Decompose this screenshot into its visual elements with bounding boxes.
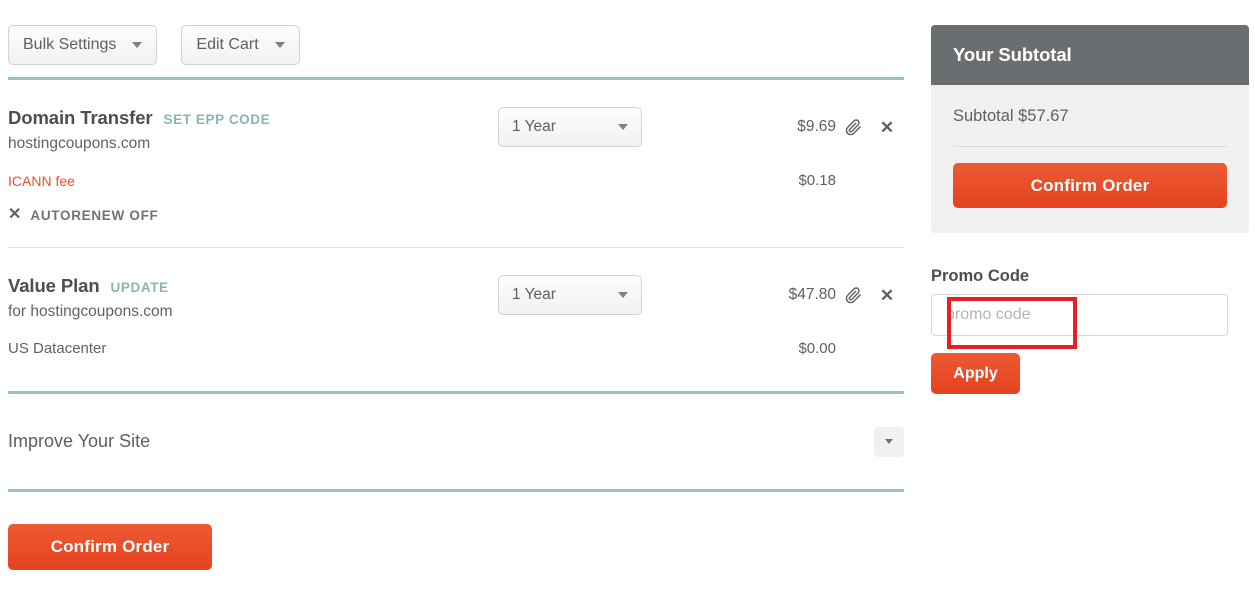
- autorenew-status[interactable]: ✕ AUTORENEW OFF: [8, 207, 904, 247]
- divider-teal-bottom: [8, 489, 904, 492]
- autorenew-label: AUTORENEW OFF: [30, 208, 158, 223]
- promo-code-input[interactable]: [931, 294, 1228, 336]
- promo-code-title: Promo Code: [931, 267, 1249, 286]
- subtotal-card-body: Subtotal $57.67 Confirm Order: [931, 85, 1249, 233]
- remove-item-icon[interactable]: ✕: [870, 283, 904, 307]
- cart-item-fee-row: ICANN fee $0.18: [8, 172, 904, 189]
- bulk-settings-label: Bulk Settings: [23, 36, 116, 54]
- cart-item-title-line: Value Plan UPDATE: [8, 275, 498, 297]
- subtotal-title: Your Subtotal: [953, 44, 1072, 66]
- apply-promo-button[interactable]: Apply: [931, 353, 1020, 394]
- icann-fee-price: $0.18: [798, 172, 904, 189]
- cart-page: Bulk Settings Edit Cart Domain Transfer …: [0, 0, 1255, 601]
- cart-column: Bulk Settings Edit Cart Domain Transfer …: [8, 0, 904, 570]
- paperclip-icon[interactable]: [836, 283, 870, 307]
- paperclip-icon[interactable]: [836, 115, 870, 139]
- cart-item-value-plan: Value Plan UPDATE for hostingcoupons.com…: [8, 248, 904, 391]
- cart-item-main-row: Domain Transfer SET EPP CODE hostingcoup…: [8, 80, 904, 153]
- cart-item-info: Value Plan UPDATE for hostingcoupons.com: [8, 275, 498, 321]
- term-select-domain-transfer[interactable]: 1 Year: [498, 107, 642, 147]
- item-spacer: [8, 357, 904, 391]
- cart-item-subtitle: hostingcoupons.com: [8, 135, 498, 153]
- update-plan-link[interactable]: UPDATE: [111, 280, 169, 295]
- edit-cart-label: Edit Cart: [196, 36, 258, 54]
- chevron-down-icon: [885, 439, 893, 444]
- cart-item-title: Value Plan: [8, 275, 100, 297]
- subtotal-amount: Subtotal $57.67: [953, 107, 1227, 126]
- close-icon: ✕: [8, 207, 21, 223]
- set-epp-code-link[interactable]: SET EPP CODE: [164, 112, 271, 127]
- subtotal-card: Your Subtotal Subtotal $57.67 Confirm Or…: [931, 25, 1249, 233]
- term-select-value-plan[interactable]: 1 Year: [498, 275, 642, 315]
- cart-item-price: $9.69: [758, 118, 836, 136]
- cart-item-price-group: $9.69 ✕: [758, 107, 904, 139]
- cart-item-info: Domain Transfer SET EPP CODE hostingcoup…: [8, 107, 498, 153]
- cart-item-fee-row: US Datacenter $0.00: [8, 340, 904, 357]
- bulk-settings-dropdown[interactable]: Bulk Settings: [8, 25, 157, 65]
- close-icon: ✕: [880, 287, 894, 304]
- sidebar-column: Your Subtotal Subtotal $57.67 Confirm Or…: [931, 25, 1249, 394]
- chevron-down-icon: [132, 42, 142, 48]
- confirm-order-button-sidebar[interactable]: Confirm Order: [953, 163, 1227, 208]
- cart-item-title: Domain Transfer: [8, 107, 153, 129]
- chevron-down-icon: [618, 292, 628, 298]
- close-icon: ✕: [880, 119, 894, 136]
- remove-item-icon[interactable]: ✕: [870, 115, 904, 139]
- datacenter-price: $0.00: [798, 340, 904, 357]
- edit-cart-dropdown[interactable]: Edit Cart: [181, 25, 299, 65]
- cart-item-subtitle: for hostingcoupons.com: [8, 303, 498, 321]
- term-select-value: 1 Year: [512, 118, 556, 136]
- promo-code-section: Promo Code Apply: [931, 267, 1249, 394]
- term-select-value: 1 Year: [512, 286, 556, 304]
- confirm-order-button-bottom[interactable]: Confirm Order: [8, 524, 212, 570]
- improve-your-site-section[interactable]: Improve Your Site: [8, 394, 904, 489]
- cart-toolbar: Bulk Settings Edit Cart: [8, 0, 904, 77]
- cart-item-domain-transfer: Domain Transfer SET EPP CODE hostingcoup…: [8, 80, 904, 247]
- cart-item-main-row: Value Plan UPDATE for hostingcoupons.com…: [8, 248, 904, 321]
- improve-your-site-label: Improve Your Site: [8, 431, 150, 452]
- improve-your-site-toggle[interactable]: [874, 427, 904, 457]
- cart-item-title-line: Domain Transfer SET EPP CODE: [8, 107, 498, 129]
- icann-fee-label: ICANN fee: [8, 173, 75, 189]
- subtotal-card-header: Your Subtotal: [931, 25, 1249, 85]
- datacenter-label: US Datacenter: [8, 340, 106, 357]
- cart-item-price: $47.80: [758, 286, 836, 304]
- chevron-down-icon: [618, 124, 628, 130]
- subtotal-separator: [953, 146, 1227, 147]
- chevron-down-icon: [275, 42, 285, 48]
- cart-item-price-group: $47.80 ✕: [758, 275, 904, 307]
